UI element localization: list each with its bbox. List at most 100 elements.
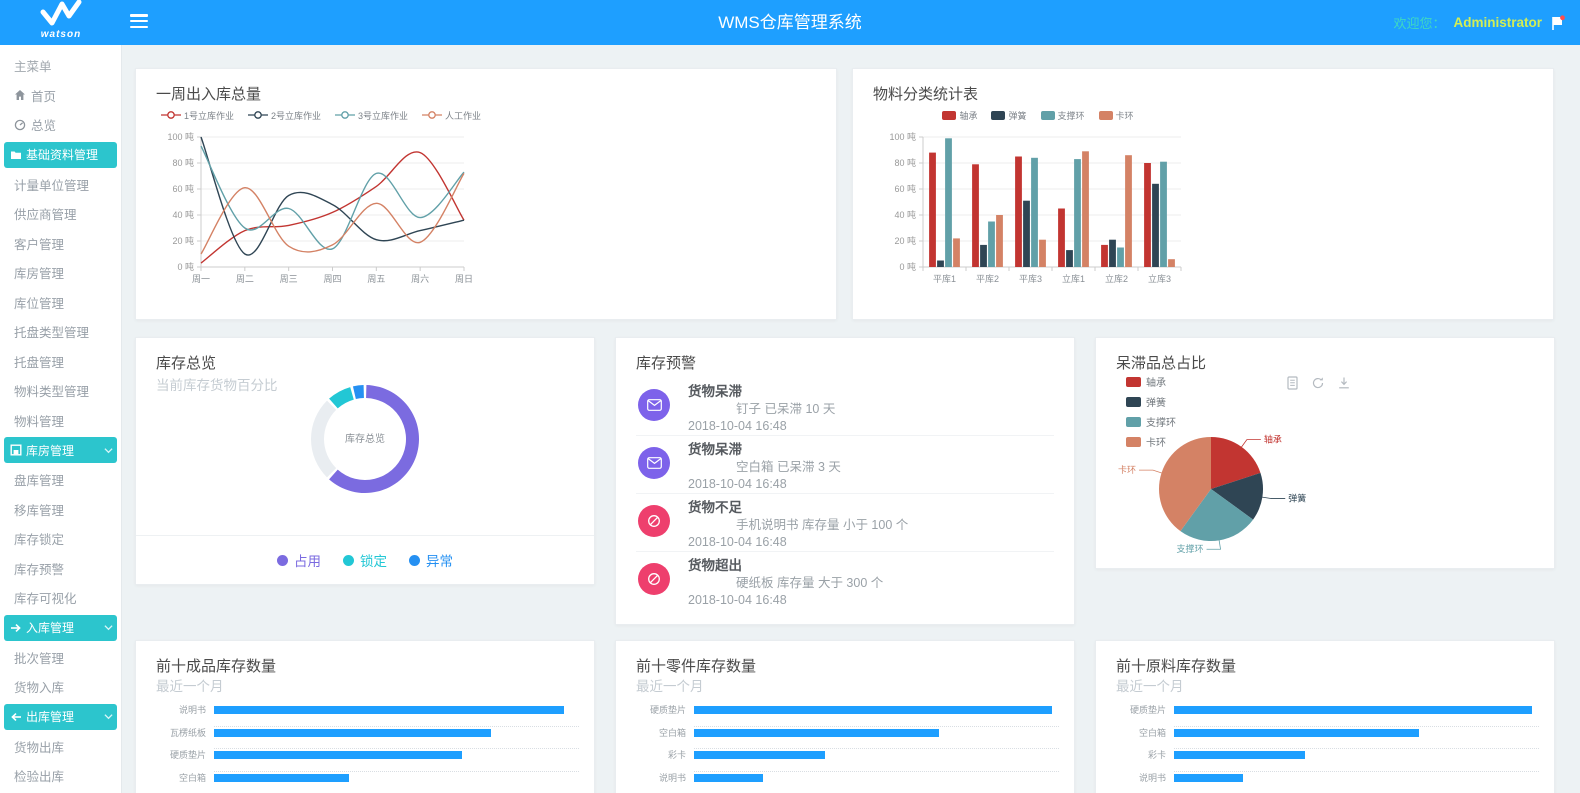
- sidebar-group-出库管理[interactable]: 出库管理: [4, 704, 117, 730]
- line-chart-legend: 1号立库作业 2号立库作业 3号立库作业 人工作业: [156, 107, 486, 123]
- svg-text:立库2: 立库2: [1105, 273, 1128, 284]
- hbar-label: 硬质垫片: [151, 748, 214, 762]
- pie-legend-弹簧[interactable]: 弹簧: [1126, 394, 1176, 409]
- sidebar-item-盘库管理[interactable]: 盘库管理: [0, 465, 121, 495]
- sidebar-item-托盘管理[interactable]: 托盘管理: [0, 347, 121, 377]
- sidebar-item-库位管理[interactable]: 库位管理: [0, 288, 121, 318]
- sidebar-group-label: 库房管理: [26, 442, 74, 459]
- alert-item[interactable]: 货物呆滞空白箱 已呆滞 3 天2018-10-04 16:48: [636, 436, 1054, 494]
- panel-material-stats: 物料分类统计表 轴承弹簧支撑环卡环 0 吨20 吨40 吨60 吨80 吨100…: [852, 68, 1554, 320]
- svg-text:80 吨: 80 吨: [894, 157, 916, 168]
- hbar-bar[interactable]: [694, 729, 939, 737]
- hbar-bar[interactable]: [1174, 706, 1532, 714]
- legend-item-卡环[interactable]: 卡环: [1099, 109, 1134, 122]
- legend-item-轴承[interactable]: 轴承: [942, 109, 977, 122]
- hbar-track: [694, 703, 1059, 727]
- sidebar-item-货物入库[interactable]: 货物入库: [0, 672, 121, 702]
- hbar-bar[interactable]: [694, 706, 1052, 714]
- svg-text:周四: 周四: [323, 274, 341, 284]
- legend-item-3号立库作业[interactable]: 3号立库作业: [335, 109, 408, 122]
- hbar-track: [1174, 703, 1539, 727]
- legend-item-人工作业[interactable]: 人工作业: [422, 109, 481, 122]
- legend-item-2号立库作业[interactable]: 2号立库作业: [248, 109, 321, 122]
- hbar-bar[interactable]: [214, 774, 349, 782]
- sidebar-group-label: 出库管理: [26, 708, 74, 725]
- hbar-bar[interactable]: [1174, 729, 1419, 737]
- panel-subtitle: 最近一个月: [156, 675, 224, 695]
- sidebar-item-批次管理[interactable]: 批次管理: [0, 643, 121, 673]
- download-icon[interactable]: [1337, 376, 1351, 390]
- sidebar-item-总览[interactable]: 总览: [0, 110, 121, 140]
- sidebar-item-检验出库[interactable]: 检验出库: [0, 761, 121, 791]
- hbar-row: 说明书: [631, 771, 1059, 793]
- svg-text:周三: 周三: [280, 274, 298, 284]
- hbar-label: 空白箱: [631, 726, 694, 740]
- svg-text:60 吨: 60 吨: [894, 183, 916, 194]
- hbar-bar[interactable]: [694, 774, 763, 782]
- sidebar-item-首页[interactable]: 首页: [0, 81, 121, 111]
- sidebar-item-label: 首页: [31, 86, 56, 105]
- donut-legend-占用[interactable]: 占用: [277, 550, 321, 570]
- legend-item-1号立库作业[interactable]: 1号立库作业: [161, 109, 234, 122]
- donut-legend-锁定[interactable]: 锁定: [343, 550, 387, 570]
- panel-top10-parts: 前十零件库存数量 最近一个月 硬质垫片空白箱彩卡说明书: [615, 640, 1075, 793]
- sidebar-item-库房管理[interactable]: 库房管理: [0, 258, 121, 288]
- alert-time: 2018-10-04 16:48: [688, 418, 1054, 435]
- sidebar-group-库房管理[interactable]: 库房管理: [4, 437, 117, 463]
- alert-item[interactable]: 货物不足手机说明书 库存量 小于 100 个2018-10-04 16:48: [636, 494, 1054, 552]
- sidebar-item-label: 库存锁定: [14, 529, 64, 548]
- alert-item[interactable]: 货物呆滞钉子 已呆滞 10 天2018-10-04 16:48: [636, 378, 1054, 436]
- panel-subtitle: 最近一个月: [636, 675, 704, 695]
- legend-item-弹簧[interactable]: 弹簧: [991, 109, 1026, 122]
- svg-text:立库1: 立库1: [1062, 273, 1085, 284]
- hbar-track: [1174, 771, 1539, 793]
- svg-text:100 吨: 100 吨: [167, 131, 194, 142]
- hbar-bar[interactable]: [214, 751, 462, 759]
- sidebar-item-客户管理[interactable]: 客户管理: [0, 229, 121, 259]
- panel-title: 前十零件库存数量: [636, 655, 756, 676]
- panel-top10-finished: 前十成品库存数量 最近一个月 说明书瓦楞纸板硬质垫片空白箱: [135, 640, 595, 793]
- hbar-track: [214, 703, 579, 727]
- sidebar-item-供应商管理[interactable]: 供应商管理: [0, 199, 121, 229]
- sidebar-item-库存可视化[interactable]: 库存可视化: [0, 583, 121, 613]
- hbar-row: 彩卡: [631, 748, 1059, 771]
- sidebar-item-label: 物料类型管理: [14, 381, 89, 400]
- hbar-bar[interactable]: [694, 751, 825, 759]
- pie-legend-轴承[interactable]: 轴承: [1126, 374, 1176, 389]
- folder-icon: [10, 149, 23, 161]
- flag-icon[interactable]: [1550, 15, 1566, 31]
- document-icon[interactable]: [1286, 376, 1299, 390]
- sidebar-item-物料管理[interactable]: 物料管理: [0, 406, 121, 436]
- sidebar-item-label: 库存预警: [14, 559, 64, 578]
- sidebar-item-托盘类型管理[interactable]: 托盘类型管理: [0, 317, 121, 347]
- hbar-track: [694, 748, 1059, 772]
- donut-legend-异常[interactable]: 异常: [409, 550, 453, 570]
- hbar-bar[interactable]: [1174, 774, 1243, 782]
- hbar-bar[interactable]: [214, 706, 564, 714]
- refresh-icon[interactable]: [1311, 376, 1325, 390]
- alert-item[interactable]: 货物超出硬纸板 库存量 大于 300 个2018-10-04 16:48: [636, 552, 1054, 610]
- export-icon: [10, 711, 23, 723]
- svg-text:40 吨: 40 吨: [894, 209, 916, 220]
- sidebar-item-移库管理[interactable]: 移库管理: [0, 495, 121, 525]
- sidebar-group-基础资料管理[interactable]: 基础资料管理: [4, 142, 117, 168]
- hbar-row: 瓦楞纸板: [151, 726, 579, 749]
- sidebar-item-物料类型管理[interactable]: 物料类型管理: [0, 376, 121, 406]
- hbar-row: 空白箱: [631, 726, 1059, 749]
- svg-text:周二: 周二: [236, 274, 254, 284]
- username[interactable]: Administrator: [1453, 15, 1542, 30]
- sidebar-item-库存锁定[interactable]: 库存锁定: [0, 524, 121, 554]
- sidebar-item-计量单位管理[interactable]: 计量单位管理: [0, 170, 121, 200]
- hbar-bar[interactable]: [1174, 751, 1305, 759]
- hbar-row: 空白箱: [151, 771, 579, 793]
- hbar-bar[interactable]: [214, 729, 491, 737]
- hbar-rows: 硬质垫片空白箱彩卡说明书: [1111, 703, 1539, 793]
- chevron-down-icon: [104, 713, 113, 720]
- sidebar-group-入库管理[interactable]: 入库管理: [4, 615, 117, 641]
- sidebar-item-库存预警[interactable]: 库存预警: [0, 554, 121, 584]
- welcome-label: 欢迎您：: [1393, 13, 1445, 32]
- sidebar-item-label: 货物入库: [14, 677, 64, 696]
- panel-title: 库存预警: [636, 352, 696, 373]
- legend-item-支撑环[interactable]: 支撑环: [1041, 109, 1085, 122]
- sidebar-item-货物出库[interactable]: 货物出库: [0, 732, 121, 762]
